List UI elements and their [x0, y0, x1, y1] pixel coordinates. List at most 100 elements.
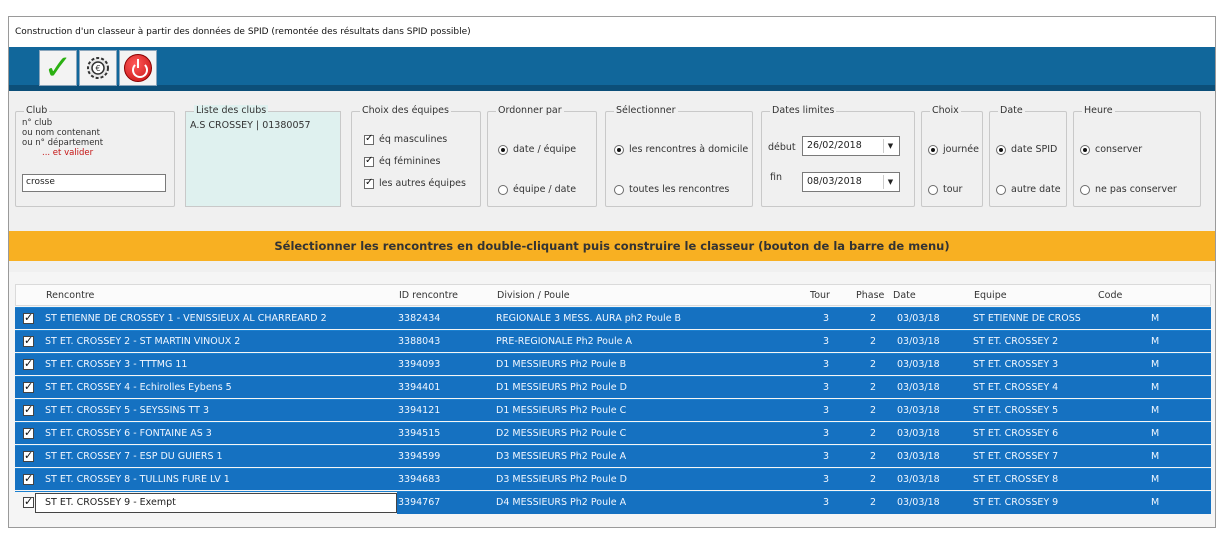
date-cell[interactable]: 03/03/18: [897, 359, 940, 370]
row-checkbox[interactable]: [23, 334, 34, 347]
table-row[interactable]: ST ETIENNE DE CROSSEY 1 - VENISSIEUX AL …: [15, 307, 1211, 329]
team-cell[interactable]: ST ET. CROSSEY 6: [973, 428, 1058, 439]
table-row[interactable]: ST ET. CROSSEY 4 - Echirolles Eybens 533…: [15, 376, 1211, 398]
date-cell[interactable]: 03/03/18: [897, 382, 940, 393]
round-cell[interactable]: 3: [823, 382, 829, 393]
phase-cell[interactable]: 2: [870, 497, 876, 508]
table-row[interactable]: ST ET. CROSSEY 6 - FONTAINE AS 3 3394515 D…: [15, 422, 1211, 444]
spid-date-radio[interactable]: date SPID: [996, 144, 1057, 155]
code-cell[interactable]: M: [1151, 336, 1159, 347]
match-id-cell[interactable]: 3394121: [398, 405, 440, 416]
date-cell[interactable]: 03/03/18: [897, 336, 940, 347]
team-cell[interactable]: ST ET. CROSSEY 2: [973, 336, 1058, 347]
division-cell[interactable]: D2 MESSIEURS Ph2 Poule C: [496, 428, 626, 439]
team-cell[interactable]: ST ET. CROSSEY 7: [973, 451, 1058, 462]
row-checkbox[interactable]: [23, 426, 34, 439]
phase-cell[interactable]: 2: [870, 428, 876, 439]
other-teams-checkbox[interactable]: les autres équipes: [364, 177, 466, 189]
phase-cell[interactable]: 2: [870, 359, 876, 370]
discard-hour-radio[interactable]: ne pas conserver: [1080, 184, 1177, 195]
code-cell[interactable]: M: [1151, 428, 1159, 439]
end-date-picker[interactable]: 08/03/2018 ▼: [802, 172, 900, 192]
table-row[interactable]: ST ET. CROSSEY 2 - ST MARTIN VINOUX 2 338…: [15, 330, 1211, 352]
column-header[interactable]: Division / Poule: [497, 290, 570, 301]
round-cell[interactable]: 3: [823, 451, 829, 462]
match-id-cell[interactable]: 3394599: [398, 451, 440, 462]
female-teams-checkbox[interactable]: éq féminines: [364, 155, 440, 167]
match-cell[interactable]: ST ETIENNE DE CROSSEY 1 - VENISSIEUX AL …: [45, 313, 327, 324]
row-checkbox[interactable]: [23, 357, 34, 370]
code-cell[interactable]: M: [1151, 359, 1159, 370]
match-id-cell[interactable]: 3394401: [398, 382, 440, 393]
start-date-picker[interactable]: 26/02/2018 ▼: [802, 136, 900, 156]
row-checkbox[interactable]: [23, 495, 34, 508]
match-cell[interactable]: ST ET. CROSSEY 3 - TTTMG 11: [45, 359, 187, 370]
round-cell[interactable]: 3: [823, 336, 829, 347]
column-header[interactable]: Rencontre: [46, 290, 94, 301]
match-cell[interactable]: ST ET. CROSSEY 4 - Echirolles Eybens 5: [45, 382, 232, 393]
phase-cell[interactable]: 2: [870, 382, 876, 393]
row-checkbox[interactable]: [23, 380, 34, 393]
table-row[interactable]: ST ET. CROSSEY 8 - TULLINS FURE LV 1 3394…: [15, 468, 1211, 490]
code-cell[interactable]: M: [1151, 405, 1159, 416]
code-cell[interactable]: M: [1151, 313, 1159, 324]
team-cell[interactable]: ST ET. CROSSEY 8: [973, 474, 1058, 485]
club-search-input[interactable]: crosse: [22, 174, 166, 192]
settings-button[interactable]: €: [79, 50, 117, 86]
division-cell[interactable]: D4 MESSIEURS Ph2 Poule A: [496, 497, 626, 508]
division-cell[interactable]: D1 MESSIEURS Ph2 Poule D: [496, 382, 627, 393]
table-row[interactable]: ST ET. CROSSEY 3 - TTTMG 11 3394093 D1 MES…: [15, 353, 1211, 375]
match-cell[interactable]: ST ET. CROSSEY 6 - FONTAINE AS 3: [45, 428, 212, 439]
phase-cell[interactable]: 2: [870, 313, 876, 324]
team-cell[interactable]: ST ET. CROSSEY 4: [973, 382, 1058, 393]
date-cell[interactable]: 03/03/18: [897, 313, 940, 324]
match-id-cell[interactable]: 3388043: [398, 336, 440, 347]
date-cell[interactable]: 03/03/18: [897, 497, 940, 508]
chevron-down-icon[interactable]: ▼: [883, 175, 897, 189]
row-checkbox[interactable]: [23, 311, 34, 324]
column-header[interactable]: ID rencontre: [399, 290, 458, 301]
date-cell[interactable]: 03/03/18: [897, 428, 940, 439]
division-cell[interactable]: D1 MESSIEURS Ph2 Poule B: [496, 359, 626, 370]
round-cell[interactable]: 3: [823, 359, 829, 370]
team-cell[interactable]: ST ET. CROSSEY 9: [973, 497, 1058, 508]
division-cell[interactable]: D1 MESSIEURS Ph2 Poule C: [496, 405, 626, 416]
phase-cell[interactable]: 2: [870, 474, 876, 485]
match-cell[interactable]: ST ET. CROSSEY 8 - TULLINS FURE LV 1: [45, 474, 230, 485]
row-checkbox[interactable]: [23, 449, 34, 462]
column-header[interactable]: Phase: [856, 290, 884, 301]
division-cell[interactable]: D3 MESSIEURS Ph2 Poule A: [496, 451, 626, 462]
validate-button[interactable]: ✓: [39, 50, 77, 86]
home-matches-radio[interactable]: les rencontres à domicile: [614, 144, 748, 155]
date-cell[interactable]: 03/03/18: [897, 451, 940, 462]
round-cell[interactable]: 3: [823, 497, 829, 508]
day-radio[interactable]: journée: [928, 144, 979, 155]
date-cell[interactable]: 03/03/18: [897, 474, 940, 485]
row-checkbox[interactable]: [23, 403, 34, 416]
round-cell[interactable]: 3: [823, 474, 829, 485]
phase-cell[interactable]: 2: [870, 405, 876, 416]
column-header[interactable]: Equipe: [974, 290, 1007, 301]
exit-button[interactable]: [119, 50, 157, 86]
code-cell[interactable]: M: [1151, 451, 1159, 462]
phase-cell[interactable]: 2: [870, 451, 876, 462]
code-cell[interactable]: M: [1151, 474, 1159, 485]
team-cell[interactable]: ST ET. CROSSEY 5: [973, 405, 1058, 416]
column-header[interactable]: Date: [893, 290, 916, 301]
table-row[interactable]: ST ET. CROSSEY 5 - SEYSSINS TT 3 3394121 D…: [15, 399, 1211, 421]
match-id-cell[interactable]: 3382434: [398, 313, 440, 324]
date-cell[interactable]: 03/03/18: [897, 405, 940, 416]
keep-hour-radio[interactable]: conserver: [1080, 144, 1142, 155]
round-cell[interactable]: 3: [823, 405, 829, 416]
club-list-item[interactable]: A.S CROSSEY | 01380057: [190, 120, 311, 131]
match-cell[interactable]: ST ET. CROSSEY 7 - ESP DU GUIERS 1: [45, 451, 223, 462]
code-cell[interactable]: M: [1151, 382, 1159, 393]
column-header[interactable]: Code: [1098, 290, 1122, 301]
match-id-cell[interactable]: 3394683: [398, 474, 440, 485]
row-checkbox[interactable]: [23, 472, 34, 485]
order-team-date-radio[interactable]: équipe / date: [498, 184, 576, 195]
code-cell[interactable]: M: [1151, 497, 1159, 508]
other-date-radio[interactable]: autre date: [996, 184, 1061, 195]
match-cell[interactable]: ST ET. CROSSEY 2 - ST MARTIN VINOUX 2: [45, 336, 240, 347]
round-cell[interactable]: 3: [823, 428, 829, 439]
